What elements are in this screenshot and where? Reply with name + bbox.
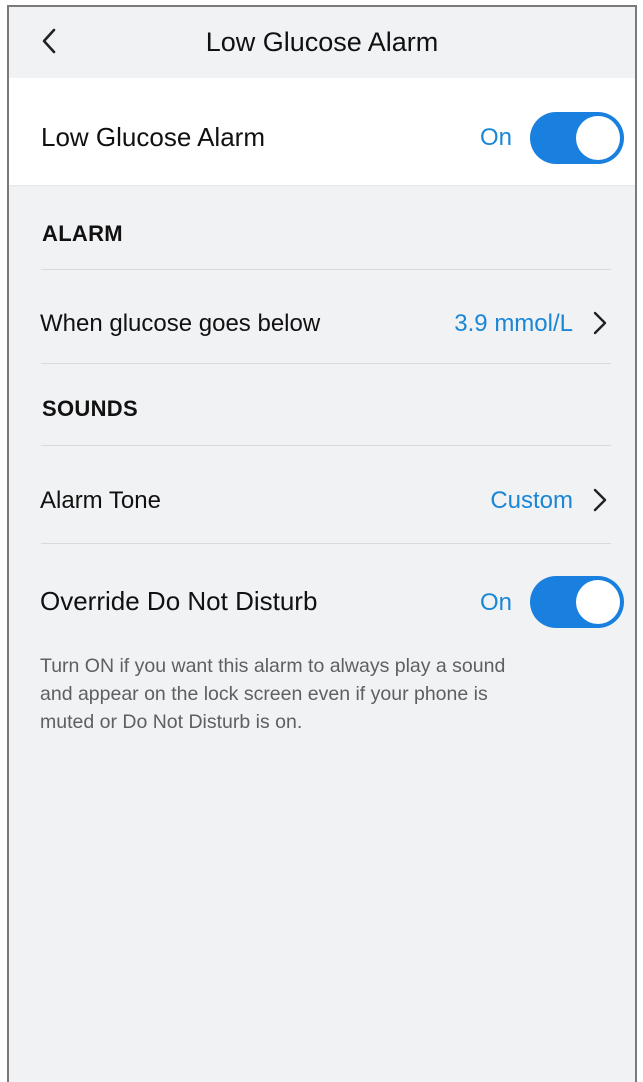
override-dnd-label: Override Do Not Disturb [40,586,318,616]
override-dnd-row: Override Do Not Disturb On [9,544,635,644]
toggle-knob [576,116,620,160]
alarm-tone-row[interactable]: Alarm Tone Custom [9,446,635,543]
alarm-section-heading: ALARM [42,221,123,246]
glucose-threshold-value: 3.9 mmol/L [454,310,573,337]
low-glucose-alarm-state: On [480,124,513,151]
chevron-right-icon [589,310,611,336]
override-dnd-state: On [480,589,513,616]
alarm-tone-label: Alarm Tone [40,487,161,514]
toggle-knob [576,580,620,624]
page-title: Low Glucose Alarm [205,27,439,57]
glucose-threshold-label: When glucose goes below [40,310,321,337]
divider [41,363,611,364]
app-screen: Low Glucose Alarm Low Glucose Alarm On A… [7,5,637,1082]
alarm-tone-value: Custom [490,487,573,514]
low-glucose-alarm-label: Low Glucose Alarm [41,122,265,152]
override-dnd-helper-text: Turn ON if you want this alarm to always… [40,655,506,733]
glucose-threshold-row[interactable]: When glucose goes below 3.9 mmol/L [9,270,635,363]
low-glucose-alarm-row: Low Glucose Alarm On [9,78,635,185]
low-glucose-alarm-toggle[interactable] [530,112,624,164]
chevron-right-icon [589,487,611,513]
override-dnd-toggle[interactable] [530,576,624,628]
nav-header: Low Glucose Alarm [9,7,635,78]
sounds-section-heading: SOUNDS [42,396,138,421]
